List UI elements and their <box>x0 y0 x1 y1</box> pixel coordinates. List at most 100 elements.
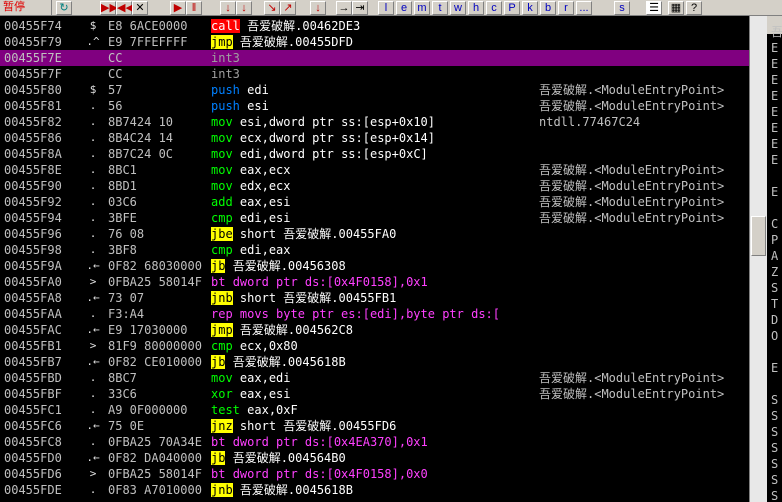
hex-cell[interactable]: 75 0E <box>106 418 207 434</box>
vertical-scrollbar[interactable] <box>749 16 767 502</box>
hex-cell[interactable]: E9 7FFEFFFF <box>106 34 207 50</box>
hex-cell[interactable]: 8BD1 <box>106 178 207 194</box>
address-cell[interactable]: 00455F92 <box>0 194 80 210</box>
hex-cell[interactable]: CC <box>106 50 207 66</box>
disassembly-row[interactable]: bt dword ptr ds:[0x4EA370],0x1 <box>207 434 527 450</box>
address-cell[interactable]: 00455F79 <box>0 34 80 50</box>
restart-icon[interactable]: ↻ <box>56 1 72 15</box>
disassembly-row[interactable]: jmp 吾爱破解.00455DFD <box>207 34 527 50</box>
goto-button[interactable]: → <box>336 1 352 15</box>
disassembly-row[interactable]: bt dword ptr ds:[0x4F0158],0x1 <box>207 274 527 290</box>
disassembly-row[interactable]: add eax,esi <box>207 194 527 210</box>
address-cell[interactable]: 00455FD0 <box>0 450 80 466</box>
address-cell[interactable]: 00455FAC <box>0 322 80 338</box>
address-cell[interactable]: 00455F74 <box>0 18 80 34</box>
address-cell[interactable]: 00455FB7 <box>0 354 80 370</box>
address-cell[interactable]: 00455FD6 <box>0 466 80 482</box>
hex-cell[interactable]: 0F82 CE010000 <box>106 354 207 370</box>
disassembly-row[interactable]: jnb short 吾爱破解.00455FB1 <box>207 290 527 306</box>
hex-cell[interactable]: 3BF8 <box>106 242 207 258</box>
hex-cell[interactable]: 8BC1 <box>106 162 207 178</box>
hex-cell[interactable]: 73 07 <box>106 290 207 306</box>
address-cell[interactable]: 00455F7F <box>0 66 80 82</box>
disassembly-row[interactable]: push edi <box>207 82 527 98</box>
close-button[interactable]: ✕ <box>132 1 148 15</box>
disassembly-row[interactable]: jnb 吾爱破解.0045618B <box>207 482 527 498</box>
hex-cell[interactable]: 0F82 68030000 <box>106 258 207 274</box>
hex-cell[interactable]: 57 <box>106 82 207 98</box>
breakpoints-window-button[interactable]: b <box>540 1 556 15</box>
run-trace-window-button[interactable]: ... <box>576 1 592 15</box>
threads-window-button[interactable]: t <box>432 1 448 15</box>
disassembly-row[interactable]: bt dword ptr ds:[0x4F0158],0x0 <box>207 466 527 482</box>
help-icon[interactable]: ? <box>686 1 702 15</box>
disassembly-row[interactable]: test eax,0xF <box>207 402 527 418</box>
disassembly-row[interactable]: mov esi,dword ptr ss:[esp+0x10] <box>207 114 527 130</box>
memory-window-button[interactable]: m <box>414 1 430 15</box>
address-cell[interactable]: 00455F80 <box>0 82 80 98</box>
pause-button[interactable]: ‖ <box>186 1 202 15</box>
address-cell[interactable]: 00455F7E <box>0 50 80 66</box>
address-cell[interactable]: 00455FC8 <box>0 434 80 450</box>
disassembly-row[interactable]: jb 吾爱破解.004564B0 <box>207 450 527 466</box>
hex-cell[interactable]: 76 08 <box>106 226 207 242</box>
hex-cell[interactable]: E9 17030000 <box>106 322 207 338</box>
disassembly-row[interactable]: mov ecx,dword ptr ss:[esp+0x14] <box>207 130 527 146</box>
disassembly-row[interactable]: jnz short 吾爱破解.00455FD6 <box>207 418 527 434</box>
rewind-button[interactable]: ◀◀ <box>116 1 134 15</box>
play-button[interactable]: ▶ <box>170 1 186 15</box>
run-button[interactable]: ▶▶ <box>100 1 118 15</box>
hex-cell[interactable]: 8B4C24 14 <box>106 130 207 146</box>
source-window-button[interactable]: s <box>614 1 630 15</box>
registers-pane[interactable]: 吾EEEEEEEEECPAZSTDOESSSSSSS <box>767 16 782 502</box>
address-cell[interactable]: 00455F90 <box>0 178 80 194</box>
address-cell[interactable]: 00455F94 <box>0 210 80 226</box>
hex-cell[interactable]: E8 6ACE0000 <box>106 18 207 34</box>
disassembly-row[interactable]: jb 吾爱破解.0045618B <box>207 354 527 370</box>
hex-cell[interactable]: 3BFE <box>106 210 207 226</box>
address-cell[interactable]: 00455FB1 <box>0 338 80 354</box>
hex-cell[interactable]: A9 0F000000 <box>106 402 207 418</box>
trace-over-button[interactable]: ↗ <box>280 1 296 15</box>
disassembly-row[interactable]: cmp edi,eax <box>207 242 527 258</box>
list-icon[interactable]: ☰ <box>646 1 662 15</box>
address-cell[interactable]: 00455F86 <box>0 130 80 146</box>
goto-expression-button[interactable]: ⇥ <box>352 1 368 15</box>
disassembly-row[interactable]: push esi <box>207 98 527 114</box>
address-cell[interactable]: 00455FBD <box>0 370 80 386</box>
cpu-window-button[interactable]: c <box>486 1 502 15</box>
log-window-button[interactable]: l <box>378 1 394 15</box>
hex-cell[interactable]: F3:A4 <box>106 306 207 322</box>
address-cell[interactable]: 00455FA0 <box>0 274 80 290</box>
step-over-button[interactable]: ↓ <box>236 1 252 15</box>
address-cell[interactable]: 00455F9A <box>0 258 80 274</box>
scroll-thumb[interactable] <box>751 216 766 256</box>
step-into-button[interactable]: ↓ <box>220 1 236 15</box>
hex-cell[interactable]: 03C6 <box>106 194 207 210</box>
execute-till-return-button[interactable]: ↓ <box>310 1 326 15</box>
disassembly-row[interactable]: int3 <box>207 50 527 66</box>
address-cell[interactable]: 00455FC1 <box>0 402 80 418</box>
hex-cell[interactable]: 0FBA25 70A34E <box>106 434 207 450</box>
address-cell[interactable]: 00455F81 <box>0 98 80 114</box>
address-cell[interactable]: 00455FA8 <box>0 290 80 306</box>
disassembly-row[interactable]: int3 <box>207 66 527 82</box>
address-cell[interactable]: 00455F8E <box>0 162 80 178</box>
hex-cell[interactable]: 0F83 A7010000 <box>106 482 207 498</box>
address-cell[interactable]: 00455FAA <box>0 306 80 322</box>
hex-cell[interactable]: 33C6 <box>106 386 207 402</box>
address-cell[interactable]: 00455F8A <box>0 146 80 162</box>
address-cell[interactable]: 00455FDE <box>0 482 80 498</box>
trace-into-button[interactable]: ↘ <box>264 1 280 15</box>
references-window-button[interactable]: r <box>558 1 574 15</box>
disassembly-row[interactable]: jmp 吾爱破解.004562C8 <box>207 322 527 338</box>
hex-cell[interactable]: 81F9 80000000 <box>106 338 207 354</box>
address-cell[interactable]: 00455F98 <box>0 242 80 258</box>
patches-window-button[interactable]: P <box>504 1 520 15</box>
disassembly-row[interactable]: mov eax,edi <box>207 370 527 386</box>
disassembly-row[interactable]: jb 吾爱破解.00456308 <box>207 258 527 274</box>
handles-window-button[interactable]: h <box>468 1 484 15</box>
hex-cell[interactable]: 8B7C24 0C <box>106 146 207 162</box>
disassembly-row[interactable]: xor eax,esi <box>207 386 527 402</box>
address-cell[interactable]: 00455F96 <box>0 226 80 242</box>
